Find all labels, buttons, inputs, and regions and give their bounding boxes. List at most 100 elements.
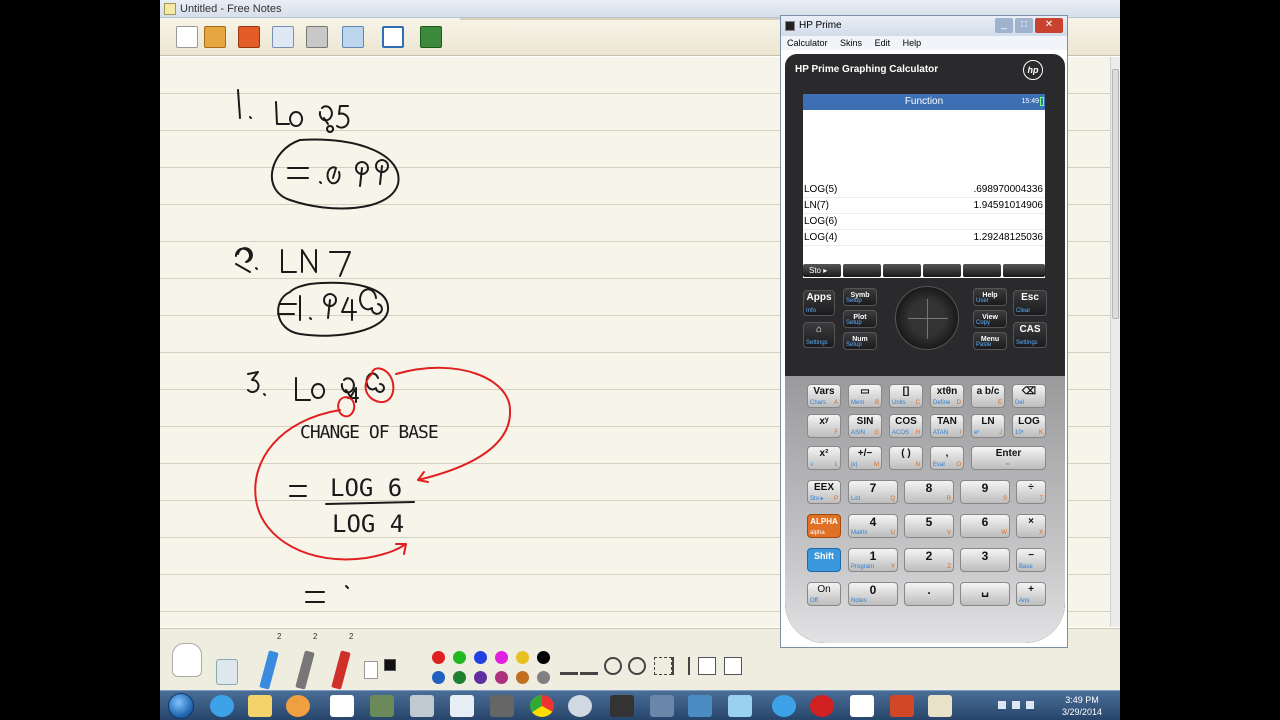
- divide-key[interactable]: ÷ T: [1016, 480, 1046, 504]
- digit-6-key[interactable]: 6W: [960, 514, 1010, 538]
- power-key[interactable]: xʸ F: [807, 414, 841, 438]
- hp-prime-titlebar[interactable]: HP Prime _ □ ✕: [781, 16, 1067, 36]
- history-row[interactable]: LOG(4) 1.29248125036: [803, 230, 1045, 246]
- file-explorer-icon[interactable]: [248, 695, 272, 717]
- menu-help[interactable]: Help: [903, 36, 922, 50]
- current-color-swatch[interactable]: [384, 659, 396, 671]
- notes-pen-icon[interactable]: [850, 695, 874, 717]
- eex-key[interactable]: EEX Sto ▸ P: [807, 480, 841, 504]
- fraction-key[interactable]: a b/c E: [971, 384, 1005, 408]
- volume-tray-icon[interactable]: [1026, 701, 1034, 709]
- color-dark-green[interactable]: [453, 671, 466, 684]
- ie-second-icon[interactable]: [772, 695, 796, 717]
- menu-skins[interactable]: Skins: [840, 36, 862, 50]
- close-button[interactable]: ✕: [1035, 18, 1063, 33]
- ln-key[interactable]: LN eˣ J: [971, 414, 1005, 438]
- app-task-icon[interactable]: [370, 695, 394, 717]
- zoom-in-icon[interactable]: [604, 657, 622, 675]
- line-width-icon[interactable]: [364, 661, 378, 679]
- window-task-icon[interactable]: [728, 695, 752, 717]
- editor-icon[interactable]: [928, 695, 952, 717]
- digit-5-key[interactable]: 5V: [904, 514, 954, 538]
- esc-key[interactable]: Esc Clear: [1013, 290, 1047, 316]
- cas-key[interactable]: CAS Settings: [1013, 322, 1047, 348]
- recorder-icon[interactable]: [610, 695, 634, 717]
- eraser-icon[interactable]: [216, 659, 238, 685]
- softkey-3[interactable]: [883, 264, 921, 277]
- device-task-icon[interactable]: [450, 695, 474, 717]
- xttn-key[interactable]: xtθn Define D: [930, 384, 964, 408]
- color-plum[interactable]: [495, 671, 508, 684]
- color-black[interactable]: [537, 651, 550, 664]
- softkey-5[interactable]: [963, 264, 1001, 277]
- cos-key[interactable]: COS ACOS H: [889, 414, 923, 438]
- subtract-key[interactable]: − Base: [1016, 548, 1046, 572]
- menu-key[interactable]: Menu Paste: [973, 332, 1007, 350]
- parentheses-key[interactable]: ( ) N: [889, 446, 923, 470]
- softkey-2[interactable]: [843, 264, 881, 277]
- softkey-sto[interactable]: Sto ▸: [803, 264, 841, 277]
- pencil-icon[interactable]: [295, 650, 315, 690]
- color-gray[interactable]: [537, 671, 550, 684]
- vars-key[interactable]: Vars Chars A: [807, 384, 841, 408]
- insert-page-icon[interactable]: [724, 657, 742, 675]
- taskbar-clock[interactable]: 3:49 PM 3/29/2014: [1052, 694, 1112, 718]
- symb-key[interactable]: Symb Setup: [843, 288, 877, 306]
- powerpoint-icon[interactable]: [890, 695, 914, 717]
- space-key[interactable]: ␣: [960, 582, 1010, 606]
- color-yellow[interactable]: [516, 651, 529, 664]
- sin-key[interactable]: SIN ASIN G: [848, 414, 882, 438]
- color-purple[interactable]: [474, 671, 487, 684]
- start-button[interactable]: [168, 693, 194, 719]
- chrome-icon[interactable]: [530, 695, 554, 717]
- color-blue[interactable]: [474, 651, 487, 664]
- red-marker-icon[interactable]: [331, 650, 351, 690]
- softkey-4[interactable]: [923, 264, 961, 277]
- undo-icon[interactable]: [560, 657, 578, 675]
- media-player-icon[interactable]: [286, 695, 310, 717]
- history-row[interactable]: LOG(6): [803, 214, 1045, 230]
- network-tray-icon[interactable]: [1012, 701, 1020, 709]
- hp-prime-task-icon[interactable]: [490, 695, 514, 717]
- redo-icon[interactable]: [580, 657, 598, 675]
- toolbox-key[interactable]: ▭ Mem B: [848, 384, 882, 408]
- comma-key[interactable]: , Eval O: [930, 446, 964, 470]
- help-key[interactable]: Help User: [973, 288, 1007, 306]
- webcam-icon[interactable]: [568, 695, 592, 717]
- digit-9-key[interactable]: 9S: [960, 480, 1010, 504]
- digit-7-key[interactable]: 7 List Q: [848, 480, 898, 504]
- digit-2-key[interactable]: 2Z: [904, 548, 954, 572]
- view-key[interactable]: View Copy: [973, 310, 1007, 328]
- square-key[interactable]: x² √ L: [807, 446, 841, 470]
- color-dark-blue[interactable]: [432, 671, 445, 684]
- history-row[interactable]: LOG(5) .698970004336: [803, 182, 1045, 198]
- menu-edit[interactable]: Edit: [875, 36, 891, 50]
- color-magenta[interactable]: [495, 651, 508, 664]
- backspace-key[interactable]: ⌫ Del: [1012, 384, 1046, 408]
- clipboard-icon[interactable]: [698, 657, 716, 675]
- template-key[interactable]: [] Units C: [889, 384, 923, 408]
- internet-explorer-icon[interactable]: [210, 695, 234, 717]
- menu-calculator[interactable]: Calculator: [787, 36, 828, 50]
- digit-0-key[interactable]: 0 Notes: [848, 582, 898, 606]
- softkey-6[interactable]: [1003, 264, 1045, 277]
- color-orange[interactable]: [516, 671, 529, 684]
- enter-key[interactable]: Enter ≈: [971, 446, 1046, 470]
- screen-tool-icon[interactable]: [688, 695, 712, 717]
- color-green[interactable]: [453, 651, 466, 664]
- color-red[interactable]: [432, 651, 445, 664]
- alpha-key[interactable]: ALPHA alpha: [807, 514, 841, 538]
- pdf-icon[interactable]: [810, 695, 834, 717]
- calculator-task-icon[interactable]: [410, 695, 434, 717]
- multiply-key[interactable]: × X: [1016, 514, 1046, 538]
- add-key[interactable]: + Ans: [1016, 582, 1046, 606]
- maximize-button[interactable]: □: [1015, 18, 1033, 33]
- select-region-icon[interactable]: [654, 657, 672, 675]
- network-tool-icon[interactable]: [650, 695, 674, 717]
- tray-arrow-icon[interactable]: [998, 701, 1006, 709]
- hand-tool-icon[interactable]: [172, 643, 202, 677]
- digit-4-key[interactable]: 4 Matrix U: [848, 514, 898, 538]
- minimize-button[interactable]: _: [995, 18, 1013, 33]
- history-row[interactable]: LN(7) 1.94591014906: [803, 198, 1045, 214]
- free-notes-task-icon[interactable]: [330, 695, 354, 717]
